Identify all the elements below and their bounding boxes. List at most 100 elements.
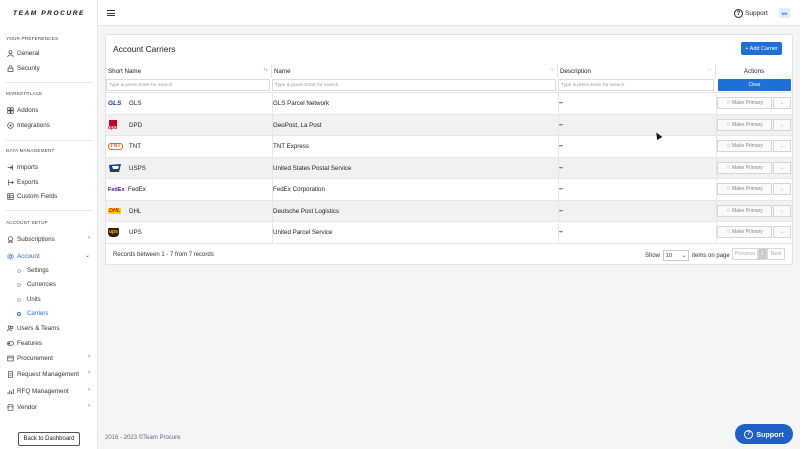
sidebar-item-label: Subscriptions (17, 235, 55, 243)
table-row[interactable]: FedEx FedEx FedEx Corporation – ☆ Make Pr… (106, 178, 792, 200)
sidebar-subitem-label: Currencies (27, 282, 57, 288)
menu-toggle-icon[interactable] (107, 10, 115, 16)
row-actions-dropdown[interactable]: ⌄ (773, 161, 791, 174)
table-row[interactable]: dpd DPD GeoPost, La Post – ☆ Make Primary… (106, 113, 792, 136)
table-row[interactable]: TNT TNT TNT Express – ☆ Make Primary ⌄ (106, 135, 792, 157)
clear-filters-button[interactable]: Clear (718, 79, 791, 91)
items-on-page-label: items on page (692, 252, 730, 259)
medal-icon (6, 235, 14, 243)
sort-asc-icon[interactable]: ↑↓ (263, 67, 268, 73)
brand-logo[interactable]: TEAM PROCURE (13, 10, 85, 17)
section-title: DATA MANAGEMENT (6, 148, 55, 153)
make-primary-button[interactable]: ☆ Make Primary (717, 97, 772, 109)
row-actions-dropdown[interactable]: ⌄ (773, 226, 791, 238)
divider (6, 82, 92, 83)
column-header-actions: Actions (716, 64, 792, 78)
back-to-dashboard-button[interactable]: Back to Dashboard (18, 432, 80, 446)
support-floating-button[interactable]: ? Support (735, 424, 793, 444)
carrier-description: – (559, 229, 563, 236)
column-label: Actions (743, 67, 765, 75)
store-icon (6, 403, 14, 411)
name-filter-input[interactable]: Type & press Enter for search (272, 79, 556, 91)
sidebar-subitem-units[interactable]: Units (17, 295, 41, 305)
carrier-name: FedEx Corporation (273, 186, 325, 193)
sidebar-item-users-teams[interactable]: Users & Teams (6, 322, 94, 334)
avatar[interactable]: NH (779, 8, 790, 18)
make-primary-button[interactable]: ☆ Make Primary (717, 161, 772, 174)
users-icon (6, 324, 14, 332)
carrier-short-name: DPD (129, 121, 143, 129)
table-row[interactable]: USPS United States Postal Service – ☆ Ma… (106, 156, 792, 179)
table-bottom-border (106, 242, 792, 244)
sidebar-item-subscriptions[interactable]: Subscriptions › (6, 233, 94, 245)
dhl-logo-icon: DHL (108, 207, 122, 215)
chevron-right-icon: › (88, 370, 90, 376)
sort-icon[interactable]: ↑↓ (707, 67, 712, 73)
carrier-short-name: TNT (129, 143, 142, 150)
support-label: Support (745, 10, 768, 17)
sort-icon[interactable]: ↑↓ (549, 67, 554, 73)
table-row[interactable]: ups UPS United Parcel Service – ☆ Make Pr… (106, 221, 792, 243)
fedex-logo-icon: FedEx (108, 186, 125, 193)
sidebar-subitem-label: Units (27, 297, 41, 303)
current-page-button[interactable]: 1 (758, 248, 767, 260)
make-primary-button[interactable]: ☆ Make Primary (717, 183, 772, 195)
chevron-right-icon: › (88, 403, 90, 409)
page-size-select[interactable]: 10 ⌄ (663, 250, 690, 261)
row-actions-dropdown[interactable]: ⌄ (773, 118, 791, 131)
table-row[interactable]: DHL DHL Deutsche Post Logistics – ☆ Make … (106, 199, 792, 222)
section-title: YOUR PREFERENCES (6, 36, 59, 41)
sidebar-subitem-currencies[interactable]: Currencies (17, 280, 56, 290)
request-icon (6, 370, 14, 378)
sidebar-item-integrations[interactable]: Integrations (6, 119, 94, 131)
sidebar-subitem-label: Settings (27, 268, 49, 274)
sidebar-item-procurement[interactable]: Procurement › (6, 352, 94, 364)
chart-icon (6, 387, 14, 395)
row-actions-dropdown[interactable]: ⌄ (773, 97, 791, 109)
section-title: MARKETPLACE (6, 91, 43, 96)
add-carrier-button[interactable]: + Add Carrier (741, 42, 782, 55)
sidebar-item-label: Addons (17, 106, 39, 114)
sidebar-item-addons[interactable]: Addons (6, 104, 94, 116)
previous-page-button[interactable]: Previous (732, 248, 758, 260)
sidebar-item-security[interactable]: Security (6, 62, 94, 74)
sidebar-item-exports[interactable]: Exports (6, 176, 94, 188)
sidebar-item-request-management[interactable]: Request Management › (6, 368, 94, 380)
make-primary-button[interactable]: ☆ Make Primary (717, 118, 772, 131)
column-header-name[interactable]: Name ↑↓ (272, 64, 558, 78)
pagination: Previous 1 Next (732, 248, 785, 260)
sidebar-item-custom-fields[interactable]: Custom Fields (6, 190, 94, 202)
column-label: Name (274, 67, 291, 75)
sidebar-item-rfq-management[interactable]: RFQ Management › (6, 385, 94, 397)
column-header-short-name[interactable]: Short Name ↑↓ (106, 64, 272, 78)
sidebar-item-general[interactable]: General (6, 47, 94, 59)
carrier-name: GLS Parcel Network (273, 100, 330, 107)
section-title: ACCOUNT SETUP (6, 220, 48, 225)
make-primary-button[interactable]: ☆ Make Primary (717, 204, 772, 217)
sidebar-subitem-settings[interactable]: Settings (17, 266, 49, 276)
export-icon (6, 178, 14, 186)
sidebar-item-features[interactable]: Features (6, 337, 94, 349)
row-actions-dropdown[interactable]: ⌄ (773, 204, 791, 217)
sidebar-subitem-carriers[interactable]: Carriers (17, 309, 48, 319)
sidebar-item-account[interactable]: Account ⌄ (6, 250, 94, 262)
make-primary-button[interactable]: ☆ Make Primary (717, 140, 772, 152)
user-icon (6, 49, 14, 57)
table-row[interactable]: GLS. GLS GLS Parcel Network – ☆ Make Prim… (106, 92, 792, 114)
next-page-button[interactable]: Next (767, 248, 785, 260)
sidebar-item-label: Users & Teams (17, 324, 60, 332)
support-link[interactable]: ? Support (734, 9, 768, 18)
sidebar-item-imports[interactable]: Imports (6, 161, 94, 173)
row-actions-dropdown[interactable]: ⌄ (773, 140, 791, 152)
description-filter-input[interactable]: Type & press Enter for search (558, 79, 714, 91)
help-icon: ? (734, 9, 743, 18)
tnt-logo-icon: TNT (108, 142, 123, 151)
make-primary-button[interactable]: ☆ Make Primary (717, 226, 772, 238)
short-name-filter-input[interactable]: Type & press Enter for search (106, 79, 270, 91)
sidebar-item-label: General (17, 49, 40, 57)
column-header-description[interactable]: Description ↑↓ (558, 64, 716, 78)
sidebar-item-vendor[interactable]: Vendor › (6, 401, 94, 413)
carrier-name: United Parcel Service (273, 229, 333, 236)
row-actions-dropdown[interactable]: ⌄ (773, 183, 791, 195)
carriers-card: Account Carriers + Add Carrier Short Nam… (105, 34, 793, 265)
